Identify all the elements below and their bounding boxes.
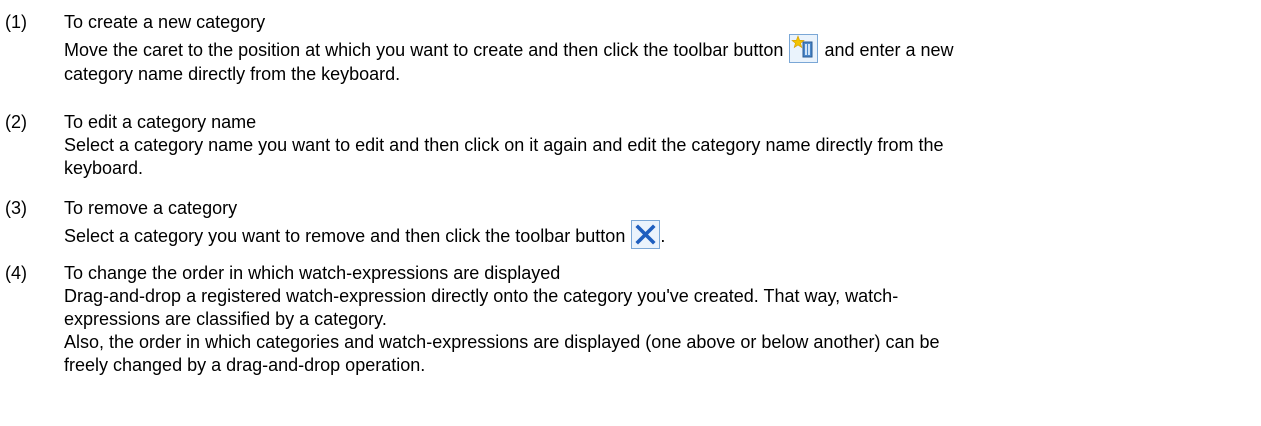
item-body-line: category name directly from the keyboard… bbox=[64, 64, 401, 84]
item-body-line: Select a category you want to remove and… bbox=[64, 220, 1254, 249]
item-body-line: freely changed by a drag-and-drop operat… bbox=[64, 355, 426, 375]
item-number: (4) bbox=[5, 263, 27, 283]
item-body-line: keyboard. bbox=[64, 158, 144, 178]
new-category-icon bbox=[789, 34, 819, 63]
item-title: To remove a category bbox=[64, 198, 238, 218]
item-body-line: Drag-and-drop a registered watch-express… bbox=[64, 286, 899, 306]
item-content: To change the order in which watch-expre… bbox=[64, 262, 1254, 377]
item-title: To change the order in which watch-expre… bbox=[64, 263, 561, 283]
item-body-line: Move the caret to the position at which … bbox=[64, 34, 1254, 63]
item-title: To edit a category name bbox=[64, 112, 257, 132]
body-text: and enter a new bbox=[824, 40, 954, 60]
item-body-line: expressions are classified by a category… bbox=[64, 309, 387, 329]
item-body-line: Select a category name you want to edit … bbox=[64, 135, 944, 155]
item-content: To create a new category Move the caret … bbox=[64, 11, 1254, 86]
item-number: (3) bbox=[5, 198, 27, 218]
item-number: (1) bbox=[5, 12, 27, 32]
item-content: To edit a category name Select a categor… bbox=[64, 111, 1254, 180]
body-text: Select a category you want to remove and… bbox=[64, 226, 626, 246]
item-number: (2) bbox=[5, 112, 27, 132]
body-text: Move the caret to the position at which … bbox=[64, 40, 784, 60]
body-text: . bbox=[660, 226, 666, 246]
item-body-line: Also, the order in which categories and … bbox=[64, 332, 940, 352]
item-content: To remove a category Select a category y… bbox=[64, 197, 1254, 249]
remove-icon bbox=[631, 220, 661, 249]
item-title: To create a new category bbox=[64, 12, 266, 32]
